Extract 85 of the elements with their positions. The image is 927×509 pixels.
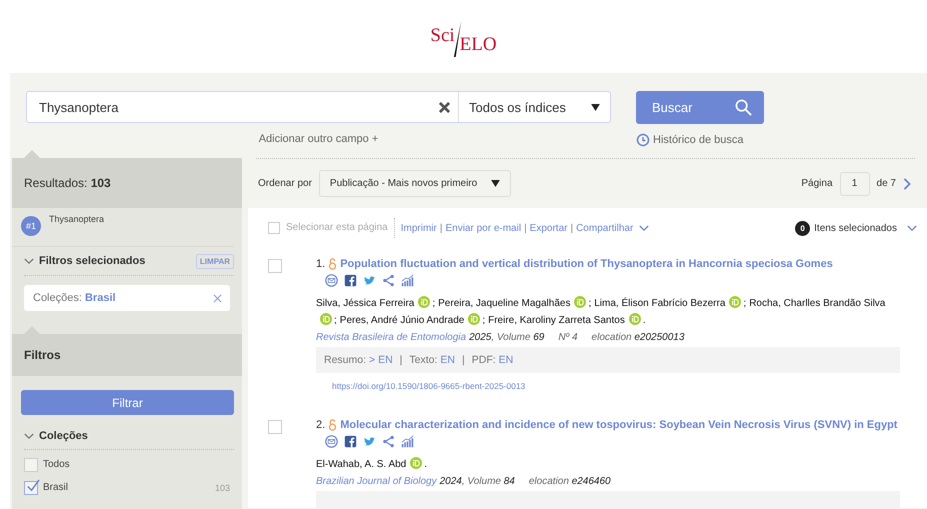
access-link[interactable]: EN: [498, 354, 514, 366]
checkbox[interactable]: [268, 222, 280, 234]
separator: |: [440, 222, 442, 234]
selected-filters-toggle[interactable]: Filtros selecionados: [24, 255, 146, 267]
chevron-down-icon: [24, 432, 34, 440]
next-page-icon[interactable]: [903, 178, 911, 190]
history-icon: [636, 133, 650, 147]
share-icon[interactable]: [382, 435, 396, 448]
checkbox[interactable]: [24, 480, 38, 494]
page-total: de 7: [876, 178, 896, 189]
orcid-icon[interactable]: [468, 313, 480, 325]
journal-link[interactable]: Brazilian Journal of Biology: [316, 476, 437, 487]
separator: |: [570, 222, 574, 234]
sort-dropdown[interactable]: Publicação - Mais novos primeiro: [318, 170, 512, 197]
search-icon: [735, 99, 752, 116]
access-link[interactable]: EN: [440, 354, 455, 366]
query-text: Thysanoptera: [49, 214, 104, 224]
index-dropdown[interactable]: Todos os índices: [458, 92, 610, 122]
option-label: Brasil: [43, 482, 70, 493]
page-field[interactable]: 1: [840, 172, 870, 196]
add-field-link[interactable]: Adicionar outro campo +: [258, 133, 378, 145]
share-icon[interactable]: [382, 274, 396, 287]
access-label: Texto:: [409, 354, 438, 366]
action-link[interactable]: Imprimir: [400, 222, 437, 234]
action-link[interactable]: Enviar por e-mail: [445, 222, 522, 234]
action-link[interactable]: Exportar: [530, 222, 568, 234]
orcid-icon[interactable]: [574, 296, 586, 308]
email-icon[interactable]: [325, 435, 338, 448]
result-number: 1.: [316, 257, 326, 272]
orcid-icon[interactable]: [628, 313, 641, 325]
orcid-icon[interactable]: [729, 296, 742, 308]
search-button[interactable]: Buscar: [636, 91, 764, 124]
separator: |: [462, 354, 465, 366]
query-badge: #1: [21, 216, 41, 236]
article-title-link[interactable]: Molecular characterization and incidence of new tospovirus: Soybean Vein Necrosis Virus (SVNV) in Egypt: [340, 417, 898, 434]
metrics-icon[interactable]: [401, 274, 414, 287]
selected-count-badge: 0: [795, 220, 810, 236]
remove-icon[interactable]: [213, 294, 222, 302]
metrics-icon[interactable]: [401, 435, 414, 448]
search-history-link[interactable]: Histórico de busca: [636, 133, 764, 147]
filter-button[interactable]: Filtrar: [21, 390, 234, 415]
result-number: 2.: [316, 418, 326, 433]
selected-items-label[interactable]: Itens selecionados: [814, 222, 897, 234]
email-icon[interactable]: [325, 274, 338, 287]
journal-link[interactable]: Revista Brasileira de Entomologia: [316, 332, 466, 343]
option-label: Todos: [43, 459, 71, 470]
action-link[interactable]: Compartilhar: [576, 222, 634, 234]
clear-icon[interactable]: [439, 102, 450, 112]
facebook-icon[interactable]: [344, 435, 358, 448]
select-page-label: Selecionar esta página: [286, 218, 395, 238]
chevron-down-icon[interactable]: [639, 224, 650, 232]
orcid-icon[interactable]: [418, 296, 430, 308]
doi-link[interactable]: https://doi.org/10.1590/1806-9665-rbent-2025-0013: [332, 381, 900, 391]
caret-down-icon: [491, 180, 500, 187]
facebook-icon[interactable]: [344, 274, 358, 287]
clear-filters-button[interactable]: LIMPAR: [196, 254, 234, 268]
checkbox[interactable]: [24, 458, 38, 472]
author-list: Silva, Jéssica Ferreira ; Pereira, Jaqueline Magalhães ; Lima, Élison Fabrício Bezerra ; Rocha, Charlles Brandão Silva ; Peres, André Júnio Andrade ; Freire, Karoliny Zarreta Santos .: [316, 295, 900, 329]
option-count: 103: [214, 482, 230, 492]
access-link[interactable]: > EN: [369, 354, 393, 366]
chevron-down-icon[interactable]: [907, 224, 917, 232]
author-list: El-Wahab, A. S. Abd .: [316, 456, 900, 473]
collections-toggle[interactable]: Coleções: [24, 423, 234, 450]
access-label: PDF:: [472, 354, 496, 366]
article-title-link[interactable]: Population fluctuation and vertical distribution of Thysanoptera in Hancornia speciosa Gomes: [340, 256, 833, 273]
bird-icon[interactable]: [363, 435, 376, 448]
access-label: Resumo:: [324, 354, 366, 366]
chevron-down-icon: [24, 258, 34, 264]
checkbox[interactable]: [268, 259, 282, 273]
filters-header: Filtros: [12, 334, 242, 376]
checkbox[interactable]: [268, 420, 282, 434]
citation-line: Brazilian Journal of Biology 2024, Volume 84 elocation e246460: [316, 476, 612, 487]
separator: |: [400, 354, 402, 366]
page-label: Página: [801, 178, 833, 189]
search-field[interactable]: Thysanoptera Todos os índices: [26, 91, 611, 123]
filter-chip: Coleções: Brasil: [24, 285, 230, 311]
bird-icon[interactable]: [363, 274, 376, 287]
caret-down-icon: [591, 104, 600, 110]
sort-label: Ordenar por: [258, 178, 312, 189]
citation-line: Revista Brasileira de Entomologia 2025, Volume 69 Nº 4 elocation e20250013: [316, 332, 686, 343]
scielo-logo[interactable]: Sci ELO: [426, 14, 500, 64]
results-count: Resultados: 103: [24, 176, 111, 190]
orcid-icon[interactable]: [410, 457, 422, 469]
separator: |: [524, 222, 527, 234]
orcid-icon[interactable]: [320, 313, 332, 325]
